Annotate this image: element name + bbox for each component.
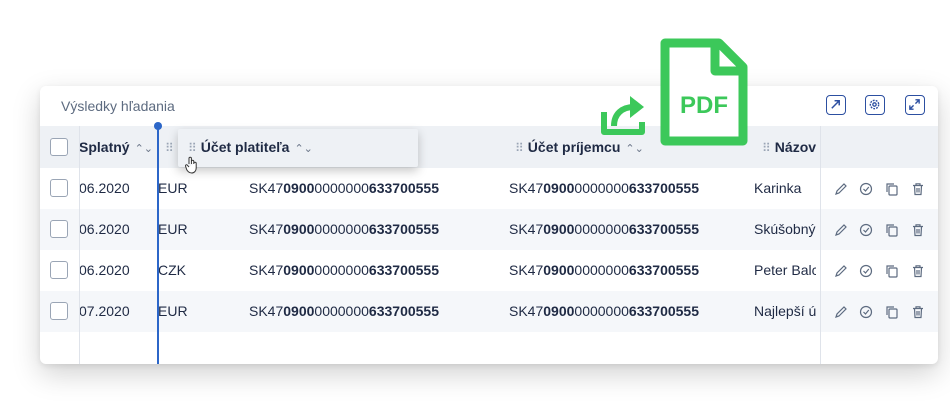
edit-icon[interactable] bbox=[834, 305, 848, 319]
name-cell: Karinka bbox=[754, 180, 802, 196]
name-cell: Skúšobný bbox=[754, 221, 816, 237]
sort-icon[interactable]: ⌃⌄ bbox=[625, 143, 643, 155]
copy-icon[interactable] bbox=[885, 223, 899, 237]
card-title: Výsledky hľadania bbox=[61, 98, 175, 114]
payer-account-cell: SK4709000000000633700555 bbox=[249, 180, 439, 196]
pdf-file-icon[interactable]: PDF bbox=[659, 37, 749, 147]
delete-icon[interactable] bbox=[911, 223, 925, 237]
column-header-nazov[interactable]: ⠿ Názov bbox=[762, 139, 816, 155]
column-label: Splatný bbox=[79, 139, 130, 155]
table-row[interactable]: 06.2020 EUR SK4709000000000633700555 SK4… bbox=[40, 168, 938, 209]
approve-icon[interactable] bbox=[859, 305, 873, 319]
column-label: Účet platiteľa bbox=[200, 139, 290, 155]
name-cell: Peter Balc bbox=[754, 262, 816, 278]
sort-icon[interactable]: ⌃⌄ bbox=[135, 143, 153, 155]
hand-cursor-icon bbox=[185, 156, 197, 174]
payer-account-cell: SK4709000000000633700555 bbox=[249, 262, 439, 278]
currency-cell: EUR bbox=[158, 180, 188, 196]
card-header: Výsledky hľadania bbox=[40, 86, 938, 126]
select-all-checkbox[interactable] bbox=[50, 138, 68, 156]
payer-account-cell: SK4709000000000633700555 bbox=[249, 221, 439, 237]
row-checkbox[interactable] bbox=[50, 302, 68, 320]
approve-icon[interactable] bbox=[859, 264, 873, 278]
column-header-ucet-platitela[interactable]: ⠿ Účet platiteľa ⌃⌄ bbox=[188, 139, 313, 155]
delete-icon[interactable] bbox=[911, 182, 925, 196]
payer-account-cell: SK4709000000000633700555 bbox=[249, 303, 439, 319]
column-label: Názov bbox=[774, 139, 817, 155]
drop-indicator-dot bbox=[154, 122, 162, 130]
open-external-icon[interactable] bbox=[826, 95, 846, 115]
drag-handle-icon[interactable]: ⠿ bbox=[515, 141, 524, 155]
share-icon[interactable] bbox=[600, 92, 650, 138]
approve-icon[interactable] bbox=[859, 223, 873, 237]
name-cell: Najlepší ú bbox=[754, 303, 816, 319]
copy-icon[interactable] bbox=[885, 305, 899, 319]
settings-icon[interactable] bbox=[865, 95, 885, 115]
drag-handle-icon[interactable]: ⠿ bbox=[762, 141, 771, 155]
sort-icon[interactable]: ⌃⌄ bbox=[294, 143, 312, 155]
column-header-splatny[interactable]: Splatný ⌃⌄ bbox=[79, 139, 153, 155]
column-divider bbox=[79, 126, 80, 364]
delete-icon[interactable] bbox=[911, 264, 925, 278]
table-row[interactable]: 06.2020 CZK SK4709000000000633700555 SK4… bbox=[40, 250, 938, 291]
approve-icon[interactable] bbox=[859, 182, 873, 196]
payee-account-cell: SK4709000000000633700555 bbox=[509, 303, 699, 319]
due-date-cell: 06.2020 bbox=[79, 262, 130, 278]
currency-cell: EUR bbox=[158, 303, 188, 319]
table-row[interactable]: 06.2020 EUR SK4709000000000633700555 SK4… bbox=[40, 209, 938, 250]
table-row[interactable]: 07.2020 EUR SK4709000000000633700555 SK4… bbox=[40, 291, 938, 332]
edit-icon[interactable] bbox=[834, 264, 848, 278]
delete-icon[interactable] bbox=[911, 305, 925, 319]
search-results-card: Výsledky hľadania Splatný ⌃⌄ ⠿ Účet príjem… bbox=[40, 86, 938, 364]
expand-icon[interactable] bbox=[905, 95, 925, 115]
currency-cell: EUR bbox=[158, 221, 188, 237]
column-header-ucet-prijemcu[interactable]: ⠿ Účet príjemcu ⌃⌄ bbox=[515, 139, 644, 155]
due-date-cell: 06.2020 bbox=[79, 221, 130, 237]
payee-account-cell: SK4709000000000633700555 bbox=[509, 221, 699, 237]
edit-icon[interactable] bbox=[834, 223, 848, 237]
drag-handle-icon[interactable]: ⠿ bbox=[165, 141, 174, 155]
drop-indicator-line bbox=[157, 126, 159, 364]
payee-account-cell: SK4709000000000633700555 bbox=[509, 180, 699, 196]
edit-icon[interactable] bbox=[834, 182, 848, 196]
currency-cell: CZK bbox=[158, 262, 186, 278]
column-label: Účet príjemcu bbox=[527, 139, 621, 155]
column-divider bbox=[820, 126, 821, 364]
row-checkbox[interactable] bbox=[50, 179, 68, 197]
row-checkbox[interactable] bbox=[50, 261, 68, 279]
drag-handle-icon[interactable]: ⠿ bbox=[188, 141, 197, 155]
pdf-label: PDF bbox=[680, 92, 728, 119]
copy-icon[interactable] bbox=[885, 182, 899, 196]
dragged-column-header[interactable]: ⠿ Účet platiteľa ⌃⌄ bbox=[178, 129, 418, 167]
due-date-cell: 07.2020 bbox=[79, 303, 130, 319]
due-date-cell: 06.2020 bbox=[79, 180, 130, 196]
row-checkbox[interactable] bbox=[50, 220, 68, 238]
payee-account-cell: SK4709000000000633700555 bbox=[509, 262, 699, 278]
table-header-actions bbox=[820, 126, 938, 168]
copy-icon[interactable] bbox=[885, 264, 899, 278]
